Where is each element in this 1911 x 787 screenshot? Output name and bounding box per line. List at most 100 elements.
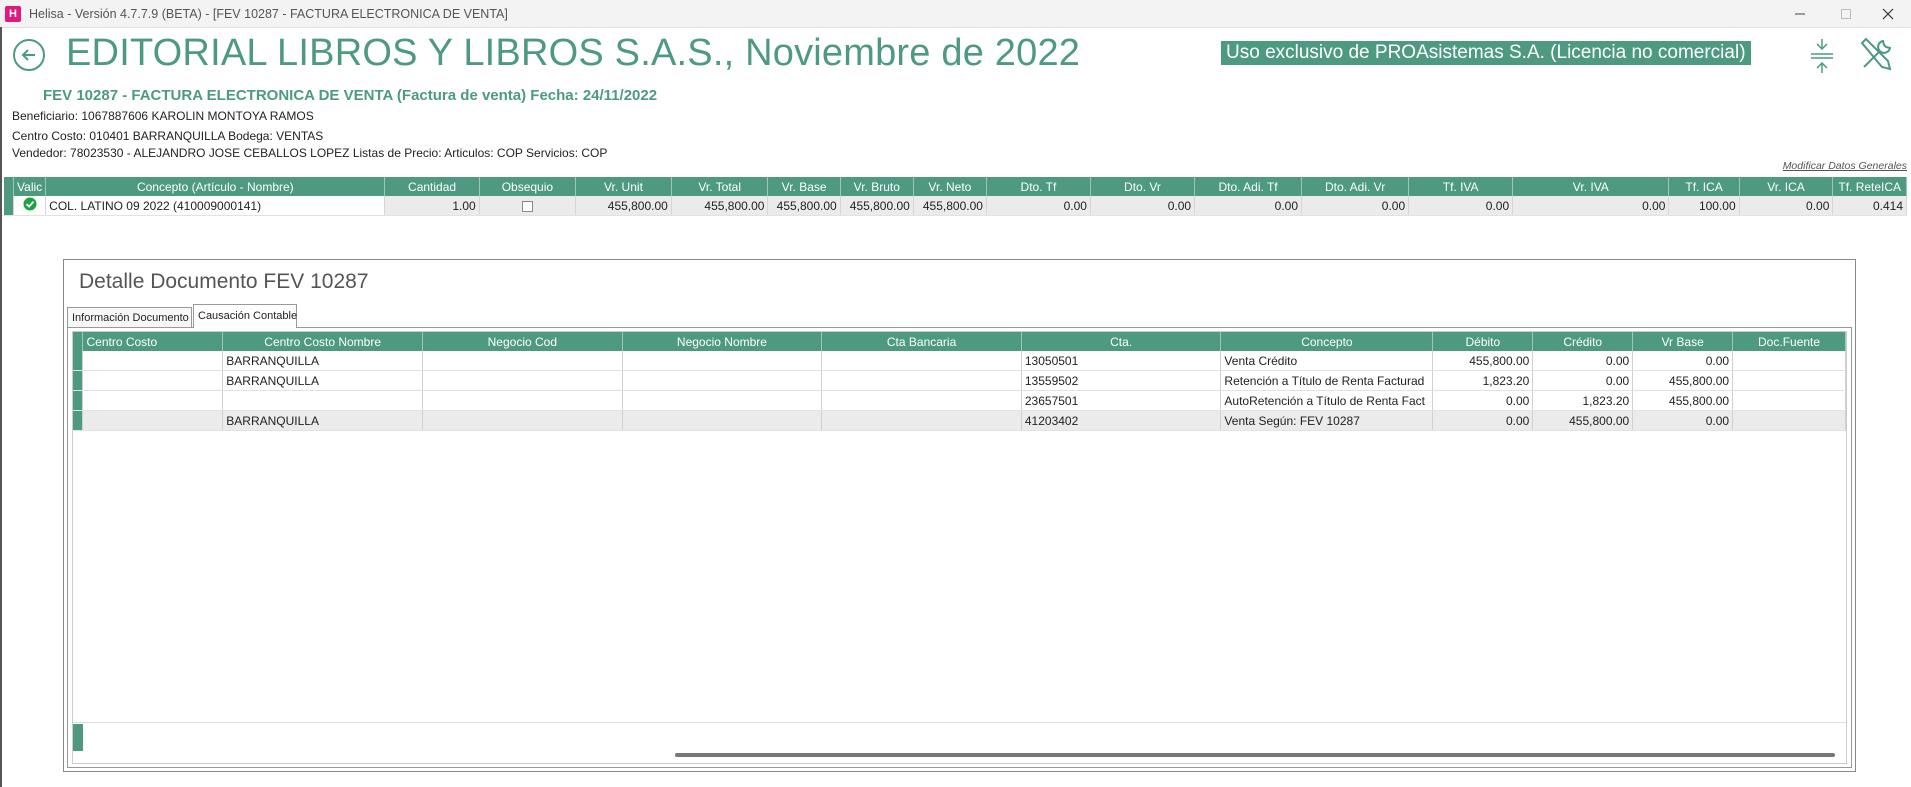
table-cell[interactable]: 0.00 [1632, 410, 1734, 431]
table-cell[interactable] [622, 370, 823, 391]
column-header[interactable]: Vr. Unit [575, 177, 672, 196]
obsequio-checkbox[interactable] [521, 200, 533, 212]
column-header[interactable]: Débito [1432, 332, 1534, 351]
table-cell[interactable] [82, 390, 224, 411]
column-header[interactable]: Tf. IVA [1408, 177, 1514, 196]
compress-button[interactable] [1802, 35, 1842, 75]
table-cell[interactable]: 0.00 [1432, 390, 1534, 411]
column-header[interactable]: Dto. Tf [986, 177, 1091, 196]
table-cell[interactable]: 0.00 [1532, 370, 1634, 391]
table-cell[interactable] [821, 390, 1022, 411]
table-cell[interactable] [422, 390, 623, 411]
column-header[interactable]: Dto. Adi. Vr [1301, 177, 1410, 196]
table-cell[interactable] [622, 351, 823, 371]
column-header[interactable]: Negocio Nombre [622, 332, 823, 351]
table-cell[interactable]: Venta Crédito [1220, 351, 1434, 371]
table-cell[interactable]: 455,800.00 [1432, 351, 1534, 371]
table-cell[interactable] [821, 351, 1022, 371]
table-cell[interactable]: BARRANQUILLA [222, 351, 424, 371]
tab-causacion-contable[interactable]: Causación Contable [193, 304, 297, 328]
tools-button[interactable] [1856, 35, 1896, 75]
table-cell[interactable] [422, 351, 623, 371]
table-cell[interactable] [222, 390, 424, 411]
table-row[interactable]: BARRANQUILLA 13559502 Retención a Título… [73, 370, 1846, 391]
horizontal-scrollbar[interactable] [675, 753, 1835, 757]
table-cell[interactable]: Retención a Título de Renta Facturad [1220, 370, 1434, 391]
table-cell[interactable]: 0.00 [1739, 196, 1834, 216]
column-header[interactable]: Concepto (Artículo - Nombre) [45, 177, 386, 196]
table-cell[interactable]: 455,800.00 [840, 196, 914, 216]
obsequio-cell[interactable] [479, 196, 577, 216]
table-cell[interactable] [1732, 351, 1846, 371]
table-cell[interactable]: 0.00 [1432, 410, 1534, 431]
column-header[interactable]: Vr. Total [671, 177, 769, 196]
table-cell[interactable]: 0.00 [986, 196, 1091, 216]
table-cell[interactable] [821, 410, 1022, 431]
table-row[interactable]: BARRANQUILLA 41203402 Venta Según: FEV 1… [73, 410, 1846, 431]
table-cell[interactable]: BARRANQUILLA [222, 370, 424, 391]
table-cell[interactable]: 0.00 [1632, 351, 1734, 371]
tab-informacion-documento[interactable]: Información Documento [67, 307, 192, 327]
table-cell[interactable]: 1.00 [384, 196, 480, 216]
table-cell[interactable]: 23657501 [1021, 390, 1222, 411]
table-cell[interactable] [82, 370, 224, 391]
table-cell[interactable] [622, 390, 823, 411]
table-cell[interactable]: 455,800.00 [767, 196, 841, 216]
column-header[interactable]: Crédito [1532, 332, 1634, 351]
column-header[interactable]: Cta. [1021, 332, 1222, 351]
table-cell[interactable]: Venta Según: FEV 10287 [1220, 410, 1434, 431]
table-cell[interactable]: COL. LATINO 09 2022 (410009000141) [45, 196, 386, 216]
column-header[interactable]: Tf. ReteICA [1832, 177, 1907, 196]
table-cell[interactable]: 0.00 [1090, 196, 1196, 216]
table-cell[interactable]: BARRANQUILLA [222, 410, 424, 431]
column-header[interactable]: Doc.Fuente [1732, 332, 1846, 351]
close-window-button[interactable] [1865, 0, 1911, 27]
column-header[interactable]: Dto. Adi. Tf [1194, 177, 1303, 196]
table-cell[interactable] [1732, 370, 1846, 391]
column-header[interactable]: Centro Costo [82, 332, 224, 351]
column-header[interactable]: Cta Bancaria [821, 332, 1022, 351]
table-cell[interactable] [1732, 390, 1846, 411]
column-header[interactable]: Valic [13, 177, 47, 196]
column-header[interactable]: Vr. IVA [1512, 177, 1670, 196]
table-cell[interactable] [1732, 410, 1846, 431]
column-header[interactable]: Obsequio [479, 177, 577, 196]
footer-row-selector[interactable] [73, 724, 83, 751]
table-cell[interactable] [422, 370, 623, 391]
table-cell[interactable]: 0.00 [1512, 196, 1670, 216]
table-cell[interactable]: 41203402 [1021, 410, 1222, 431]
table-cell[interactable]: 455,800.00 [1532, 410, 1634, 431]
row-selector[interactable] [4, 196, 15, 216]
table-cell[interactable]: 1,823.20 [1532, 390, 1634, 411]
table-cell[interactable]: 455,800.00 [1632, 390, 1734, 411]
table-cell[interactable] [622, 410, 823, 431]
column-header[interactable]: Tf. ICA [1668, 177, 1740, 196]
column-header[interactable]: Vr Base [1632, 332, 1734, 351]
table-cell[interactable] [82, 410, 224, 431]
table-cell[interactable]: 0.00 [1194, 196, 1303, 216]
table-cell[interactable]: AutoRetención a Título de Renta Fact [1220, 390, 1434, 411]
column-header[interactable]: Concepto [1220, 332, 1434, 351]
back-button[interactable] [13, 39, 45, 71]
table-cell[interactable]: 455,800.00 [671, 196, 769, 216]
column-header[interactable]: Vr. Neto [913, 177, 987, 196]
column-header[interactable]: Vr. Base [767, 177, 841, 196]
table-cell[interactable]: 13050501 [1021, 351, 1222, 371]
table-cell[interactable]: 0.00 [1532, 351, 1634, 371]
row-selector[interactable] [73, 410, 84, 431]
table-cell[interactable]: 455,800.00 [1632, 370, 1734, 391]
table-cell[interactable]: 0.00 [1301, 196, 1410, 216]
table-cell[interactable] [82, 351, 224, 371]
table-cell[interactable]: 13559502 [1021, 370, 1222, 391]
maximize-button[interactable] [1823, 0, 1869, 27]
table-cell[interactable]: 100.00 [1668, 196, 1740, 216]
table-row[interactable]: BARRANQUILLA 13050501 Venta Crédito 455,… [73, 351, 1846, 371]
row-selector[interactable] [73, 351, 84, 371]
table-cell[interactable]: 0.00 [1408, 196, 1514, 216]
column-header[interactable]: Vr. Bruto [840, 177, 914, 196]
modify-general-data-link[interactable]: Modificar Datos Generales [1783, 160, 1907, 172]
column-header[interactable]: Cantidad [384, 177, 480, 196]
row-selector[interactable] [73, 370, 84, 391]
table-cell[interactable]: 1,823.20 [1432, 370, 1534, 391]
table-cell[interactable]: 0.414 [1832, 196, 1907, 216]
